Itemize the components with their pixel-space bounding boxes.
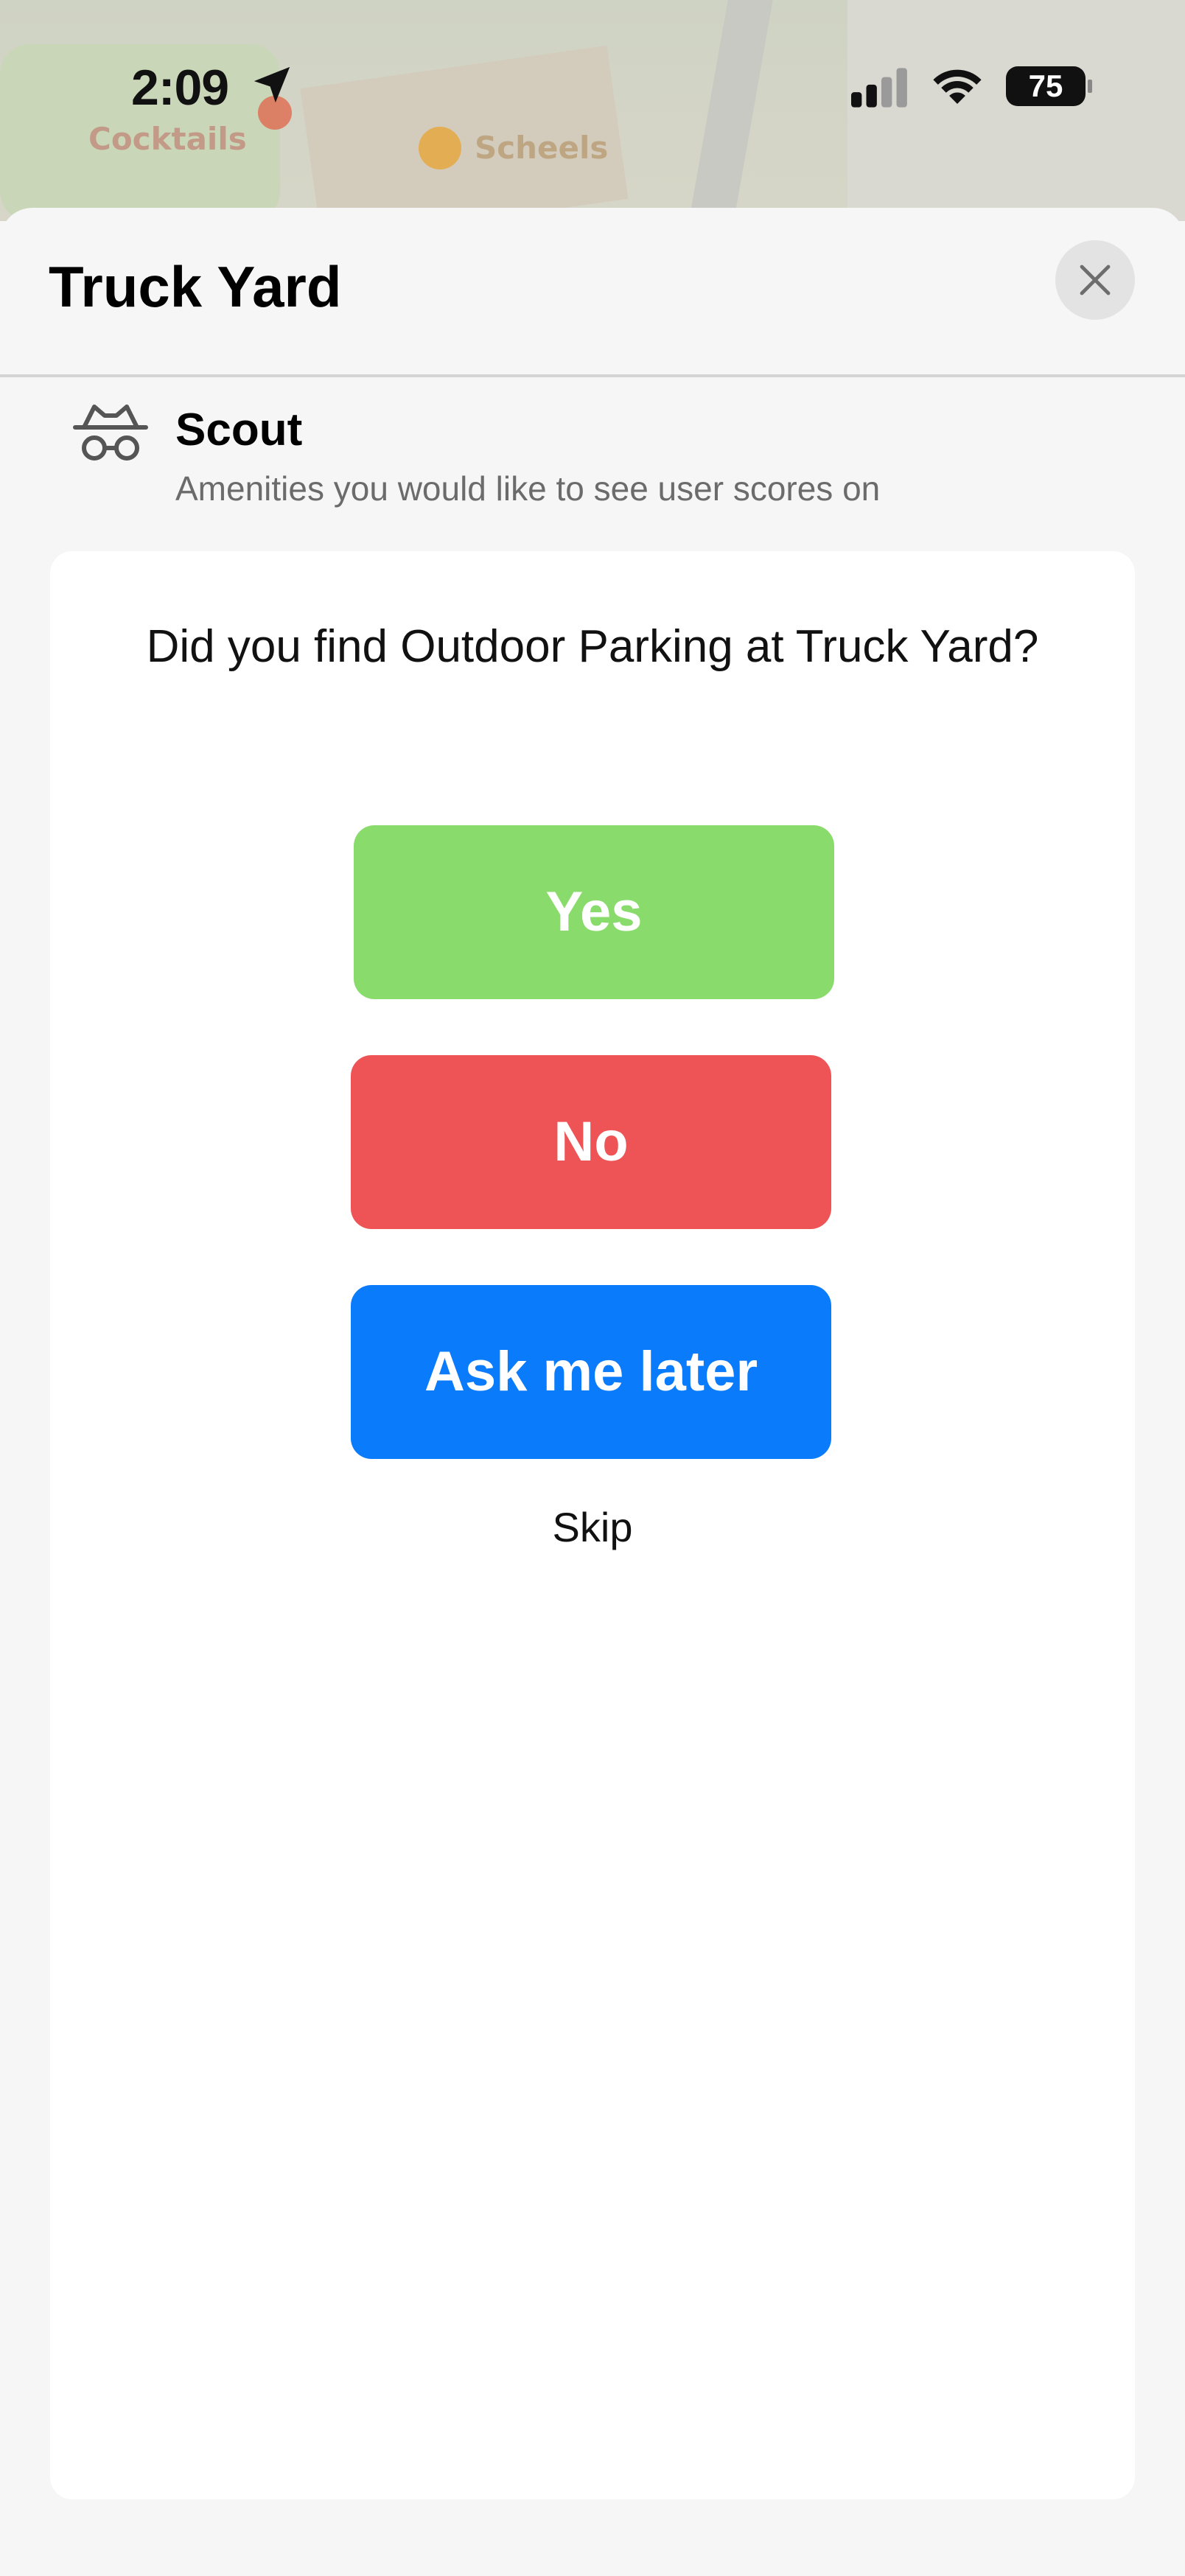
ask-me-later-button[interactable]: Ask me later	[351, 1285, 831, 1459]
sheet-title: Truck Yard	[49, 254, 342, 319]
amenity-question: Did you find Outdoor Parking at Truck Ya…	[146, 621, 1039, 672]
header-divider	[0, 374, 1185, 377]
skip-link[interactable]: Skip	[50, 1503, 1135, 1551]
close-button[interactable]	[1055, 240, 1135, 320]
scout-subtitle: Amenities you would like to see user sco…	[175, 469, 881, 508]
place-sheet: Truck Yard Scout Amenities you would lik…	[0, 208, 1185, 2576]
scout-incognito-icon	[73, 405, 148, 461]
status-bar-time: 2:09	[131, 60, 229, 116]
battery-level: 75	[1028, 69, 1063, 103]
map-neighborhood-area	[847, 0, 1185, 221]
amenity-question-card: Did you find Outdoor Parking at Truck Ya…	[50, 551, 1135, 2499]
scout-title: Scout	[175, 405, 303, 455]
cellular-signal-icon	[851, 68, 907, 108]
no-button[interactable]: No	[351, 1055, 831, 1229]
map-poi-scheels-label: Scheels	[475, 130, 609, 166]
wifi-icon	[933, 69, 982, 104]
battery-cap	[1088, 80, 1092, 93]
location-arrow-icon	[254, 66, 290, 103]
map-road	[682, 0, 777, 221]
yes-button[interactable]: Yes	[354, 825, 834, 999]
battery-icon: 75	[1006, 66, 1086, 106]
map-poi-pin	[419, 127, 461, 169]
close-icon	[1080, 265, 1111, 295]
map-poi-cocktails-label: Cocktails	[88, 121, 247, 157]
